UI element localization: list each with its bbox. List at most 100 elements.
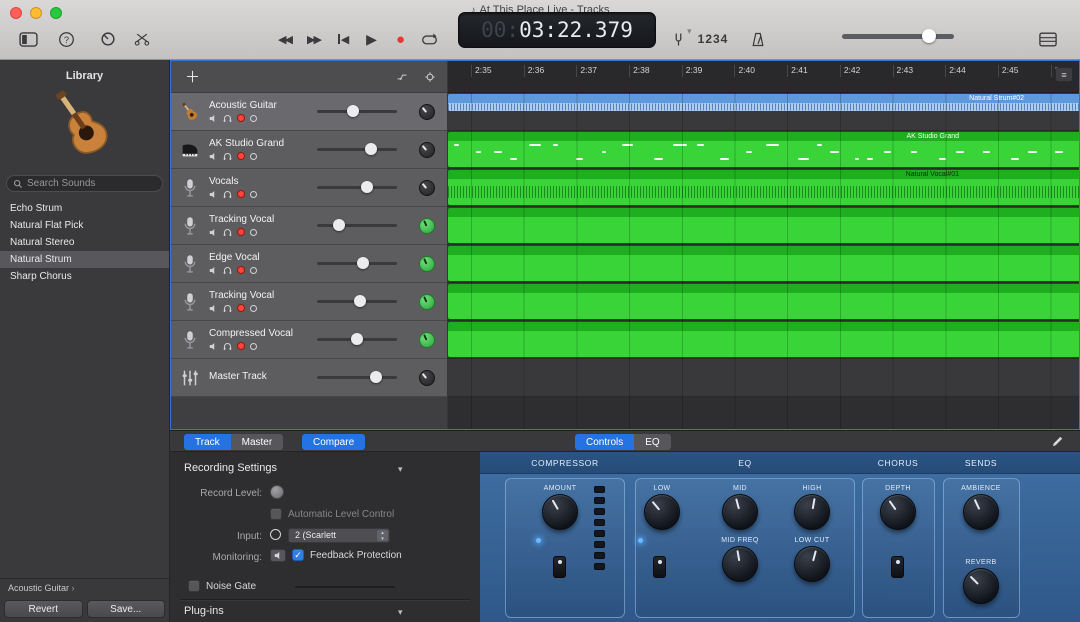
ambience-knob[interactable] [963, 494, 999, 530]
track-volume-slider[interactable] [317, 186, 397, 189]
cycle-button[interactable] [415, 27, 444, 51]
mute-icon[interactable] [209, 114, 218, 123]
input-source-popup[interactable]: 2 (Scarlett ▴▾ [288, 528, 390, 543]
volume-thumb[interactable] [370, 371, 382, 383]
audio-region[interactable] [448, 284, 1079, 319]
recording-settings-header[interactable]: Recording Settings [184, 462, 277, 474]
track-volume-slider[interactable] [317, 262, 397, 265]
library-item[interactable]: Echo Strum [0, 200, 169, 217]
record-enable-icon[interactable] [237, 190, 245, 198]
rewind-button[interactable]: ◀◀ [270, 27, 299, 51]
track-header[interactable]: Master Track [171, 359, 447, 397]
note-pad-button[interactable] [1032, 26, 1064, 52]
track-header[interactable]: Acoustic Guitar [171, 93, 447, 131]
volume-thumb[interactable] [347, 105, 359, 117]
record-enable-icon[interactable] [237, 114, 245, 122]
volume-thumb[interactable] [365, 143, 377, 155]
track-volume-slider[interactable] [317, 224, 397, 227]
volume-thumb[interactable] [351, 333, 363, 345]
stepper-icon[interactable]: ▴▾ [377, 530, 388, 541]
input-monitor-icon[interactable] [250, 191, 257, 198]
solo-icon[interactable] [223, 228, 232, 237]
solo-icon[interactable] [223, 266, 232, 275]
track-pan-knob[interactable] [419, 370, 435, 386]
metronome-button[interactable] [742, 26, 774, 52]
catch-playhead-button[interactable] [419, 69, 441, 85]
solo-icon[interactable] [223, 342, 232, 351]
timeline-ruler[interactable]: 2:352:362:372:382:392:402:412:422:432:44… [448, 61, 1079, 93]
mute-icon[interactable] [209, 266, 218, 275]
track-header[interactable]: AK Studio Grand [171, 131, 447, 169]
track-volume-slider[interactable] [317, 110, 397, 113]
timeline-area[interactable]: Natural Strum#02AK Studio GrandNatural V… [448, 93, 1079, 429]
input-format-button[interactable] [270, 529, 281, 540]
noise-gate-checkbox[interactable] [188, 580, 200, 592]
record-enable-icon[interactable] [237, 342, 245, 350]
track-header[interactable]: Compressed Vocal [171, 321, 447, 359]
library-item[interactable]: Natural Strum [0, 251, 169, 268]
solo-icon[interactable] [223, 114, 232, 123]
edit-smart-controls-button[interactable] [1048, 435, 1066, 449]
timeline-lane[interactable] [448, 283, 1079, 321]
audio-region[interactable]: Natural Vocal#01 [448, 170, 1079, 205]
revert-button[interactable]: Revert [4, 600, 83, 618]
track-header[interactable]: Tracking Vocal [171, 283, 447, 321]
feedback-protection-checkbox[interactable] [292, 549, 304, 561]
low-cut-knob[interactable] [794, 546, 830, 582]
eq-switch[interactable] [653, 556, 666, 578]
search-input[interactable]: Search Sounds [6, 175, 163, 192]
audio-region[interactable] [448, 246, 1079, 281]
plugins-header[interactable]: Plug-ins [184, 605, 224, 617]
audio-region[interactable] [448, 208, 1079, 243]
timeline-options-button[interactable]: ≡ [1055, 67, 1073, 82]
chevron-down-icon[interactable]: ▾ [398, 464, 403, 475]
solo-icon[interactable] [223, 152, 232, 161]
audio-region[interactable]: AK Studio Grand [448, 132, 1079, 167]
track-header[interactable]: Tracking Vocal [171, 207, 447, 245]
count-in-button[interactable]: 1234 [690, 26, 736, 52]
timeline-lane[interactable] [448, 321, 1079, 359]
library-toggle-button[interactable] [12, 26, 44, 52]
reverb-knob[interactable] [963, 568, 999, 604]
mid-knob[interactable] [722, 494, 758, 530]
library-item[interactable]: Natural Flat Pick [0, 217, 169, 234]
record-enable-icon[interactable] [237, 304, 245, 312]
timeline-lane[interactable]: AK Studio Grand [448, 131, 1079, 169]
record-level-knob[interactable] [270, 485, 284, 499]
noise-gate-threshold-slider[interactable] [295, 586, 395, 588]
record-enable-icon[interactable] [237, 228, 245, 236]
play-button[interactable]: ▶ [357, 27, 386, 51]
mute-icon[interactable] [209, 342, 218, 351]
volume-thumb[interactable] [333, 219, 345, 231]
tab-eq[interactable]: EQ [634, 434, 670, 450]
library-item[interactable]: Sharp Chorus [0, 268, 169, 285]
monitoring-button[interactable] [270, 549, 286, 562]
depth-knob[interactable] [880, 494, 916, 530]
tab-track[interactable]: Track [184, 434, 231, 450]
timeline-lane[interactable] [448, 207, 1079, 245]
editors-button[interactable] [126, 26, 158, 52]
mute-icon[interactable] [209, 304, 218, 313]
volume-thumb[interactable] [361, 181, 373, 193]
mute-icon[interactable] [209, 152, 218, 161]
record-button[interactable]: ● [386, 27, 415, 51]
tab-controls[interactable]: Controls [575, 434, 634, 450]
tab-master[interactable]: Master [231, 434, 284, 450]
input-monitor-icon[interactable] [250, 229, 257, 236]
timeline-lane[interactable]: Natural Vocal#01 [448, 169, 1079, 207]
amount-knob[interactable] [542, 494, 578, 530]
timeline-lane[interactable] [448, 359, 1079, 397]
input-monitor-icon[interactable] [250, 305, 257, 312]
add-track-button[interactable]: ＋ [179, 65, 199, 87]
high-knob[interactable] [794, 494, 830, 530]
record-enable-icon[interactable] [237, 152, 245, 160]
mid-freq-knob[interactable] [722, 546, 758, 582]
smart-controls-button[interactable] [92, 26, 124, 52]
quick-help-button[interactable]: ? [50, 26, 82, 52]
volume-thumb[interactable] [357, 257, 369, 269]
track-header[interactable]: Vocals [171, 169, 447, 207]
track-pan-knob[interactable] [419, 180, 435, 196]
timeline-lane[interactable] [448, 245, 1079, 283]
input-monitor-icon[interactable] [250, 267, 257, 274]
library-breadcrumb[interactable]: Acoustic Guitar › [0, 579, 169, 593]
